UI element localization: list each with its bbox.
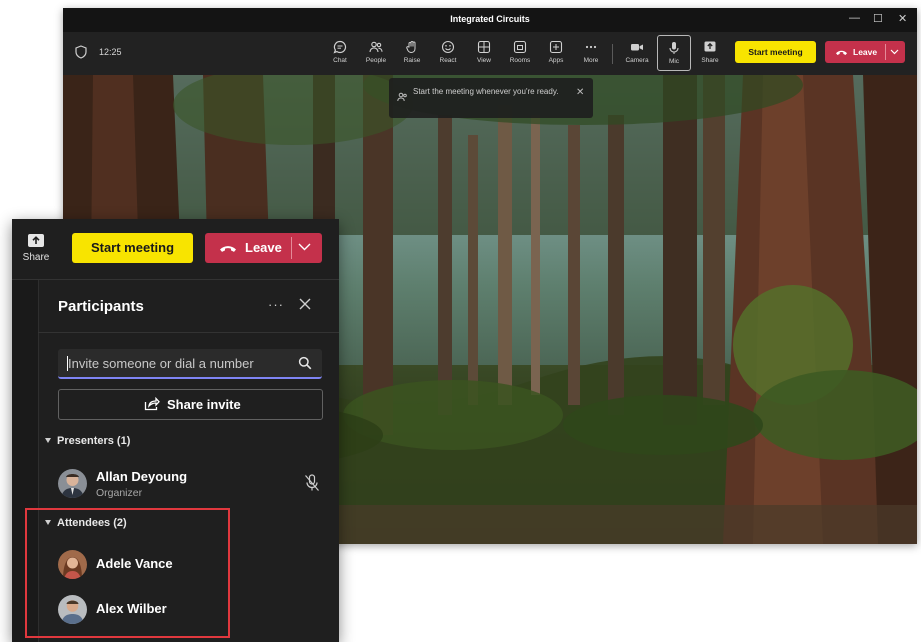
react-icon	[441, 40, 455, 54]
react-label: React	[439, 57, 457, 64]
maximize-button[interactable]: ☐	[873, 12, 883, 25]
people-icon	[397, 92, 407, 102]
more-options-button[interactable]: ···	[268, 297, 284, 312]
close-window-button[interactable]: ✕	[898, 12, 907, 25]
panel-toolbar: Share Start meeting Leave	[12, 219, 339, 280]
window-title: Integrated Circuits	[450, 14, 530, 24]
apps-icon	[549, 40, 563, 54]
mic-label: Mic	[668, 58, 680, 65]
people-button[interactable]: People	[359, 35, 393, 71]
rooms-label: Rooms	[509, 57, 531, 64]
shield-icon	[75, 45, 87, 59]
leave-divider	[885, 44, 886, 60]
view-label: View	[477, 57, 491, 64]
share-button[interactable]: Share	[22, 233, 50, 263]
share-invite-icon	[144, 397, 160, 411]
camera-label: Camera	[625, 57, 649, 64]
apps-label: Apps	[548, 57, 564, 64]
raise-hand-button[interactable]: Raise	[395, 35, 429, 71]
invite-search-box[interactable]	[58, 349, 322, 379]
leave-label: Leave	[245, 240, 282, 255]
close-icon[interactable]	[298, 297, 312, 311]
more-icon	[585, 45, 597, 49]
close-icon[interactable]: ✕	[576, 87, 584, 98]
header-divider	[38, 332, 339, 333]
panel-title: Participants	[58, 298, 144, 315]
chevron-down-icon[interactable]	[298, 243, 311, 251]
text-caret	[67, 356, 68, 371]
invite-search-input[interactable]	[58, 349, 294, 377]
minimize-button[interactable]: —	[849, 12, 860, 24]
camera-button[interactable]: Camera	[620, 35, 654, 71]
rooms-button[interactable]: Rooms	[503, 35, 537, 71]
toast-text: Start the meeting whenever you're ready.	[413, 87, 559, 96]
view-button[interactable]: View	[467, 35, 501, 71]
participant-row[interactable]: Allan Deyoung Organizer	[58, 467, 328, 501]
mic-off-icon	[305, 474, 319, 491]
raise-hand-icon	[406, 41, 416, 54]
attendees-highlight-box	[25, 508, 230, 638]
avatar	[58, 469, 87, 498]
more-label: More	[583, 57, 599, 64]
search-icon	[298, 356, 312, 370]
chevron-down-icon[interactable]	[890, 49, 899, 55]
view-icon	[477, 40, 491, 54]
participant-role: Organizer	[96, 487, 143, 499]
camera-icon	[631, 44, 643, 51]
phone-hangup-icon	[836, 50, 847, 55]
apps-button[interactable]: Apps	[539, 35, 573, 71]
phone-hangup-icon	[220, 246, 236, 252]
notification-toast: Start the meeting whenever you're ready.…	[389, 78, 593, 118]
collapse-triangle-icon	[45, 438, 51, 443]
people-icon	[369, 41, 383, 53]
leave-button[interactable]: Leave	[825, 41, 905, 63]
chat-label: Chat	[333, 57, 347, 64]
start-meeting-button[interactable]: Start meeting	[72, 233, 193, 263]
share-label: Share	[701, 57, 719, 64]
leave-label: Leave	[853, 47, 878, 57]
start-meeting-button[interactable]: Start meeting	[735, 41, 816, 63]
share-label: Share	[22, 252, 50, 263]
mic-button[interactable]: Mic	[657, 35, 691, 71]
rooms-icon	[513, 40, 527, 54]
leave-button[interactable]: Leave	[205, 233, 322, 263]
raise-label: Raise	[403, 57, 421, 64]
leave-divider	[291, 237, 292, 259]
meeting-toolbar: 12:25 Chat People Raise React View Rooms…	[63, 32, 917, 75]
title-bar: Integrated Circuits — ☐ ✕	[63, 8, 917, 32]
participant-name: Allan Deyoung	[96, 469, 188, 484]
share-button[interactable]: Share	[693, 35, 727, 71]
toolbar-divider	[612, 44, 613, 64]
presenters-header-label: Presenters (1)	[57, 435, 131, 447]
react-button[interactable]: React	[431, 35, 465, 71]
chat-button[interactable]: Chat	[323, 35, 357, 71]
people-label: People	[365, 57, 387, 64]
share-icon	[28, 234, 44, 247]
share-icon	[704, 41, 716, 52]
share-invite-label: Share invite	[167, 397, 241, 412]
chat-icon	[333, 40, 347, 54]
share-invite-button[interactable]: Share invite	[58, 389, 323, 420]
meeting-timer: 12:25	[99, 47, 122, 57]
mic-icon	[669, 42, 679, 54]
more-button[interactable]: More	[574, 35, 608, 71]
presenters-section-header[interactable]: Presenters (1)	[45, 435, 130, 447]
